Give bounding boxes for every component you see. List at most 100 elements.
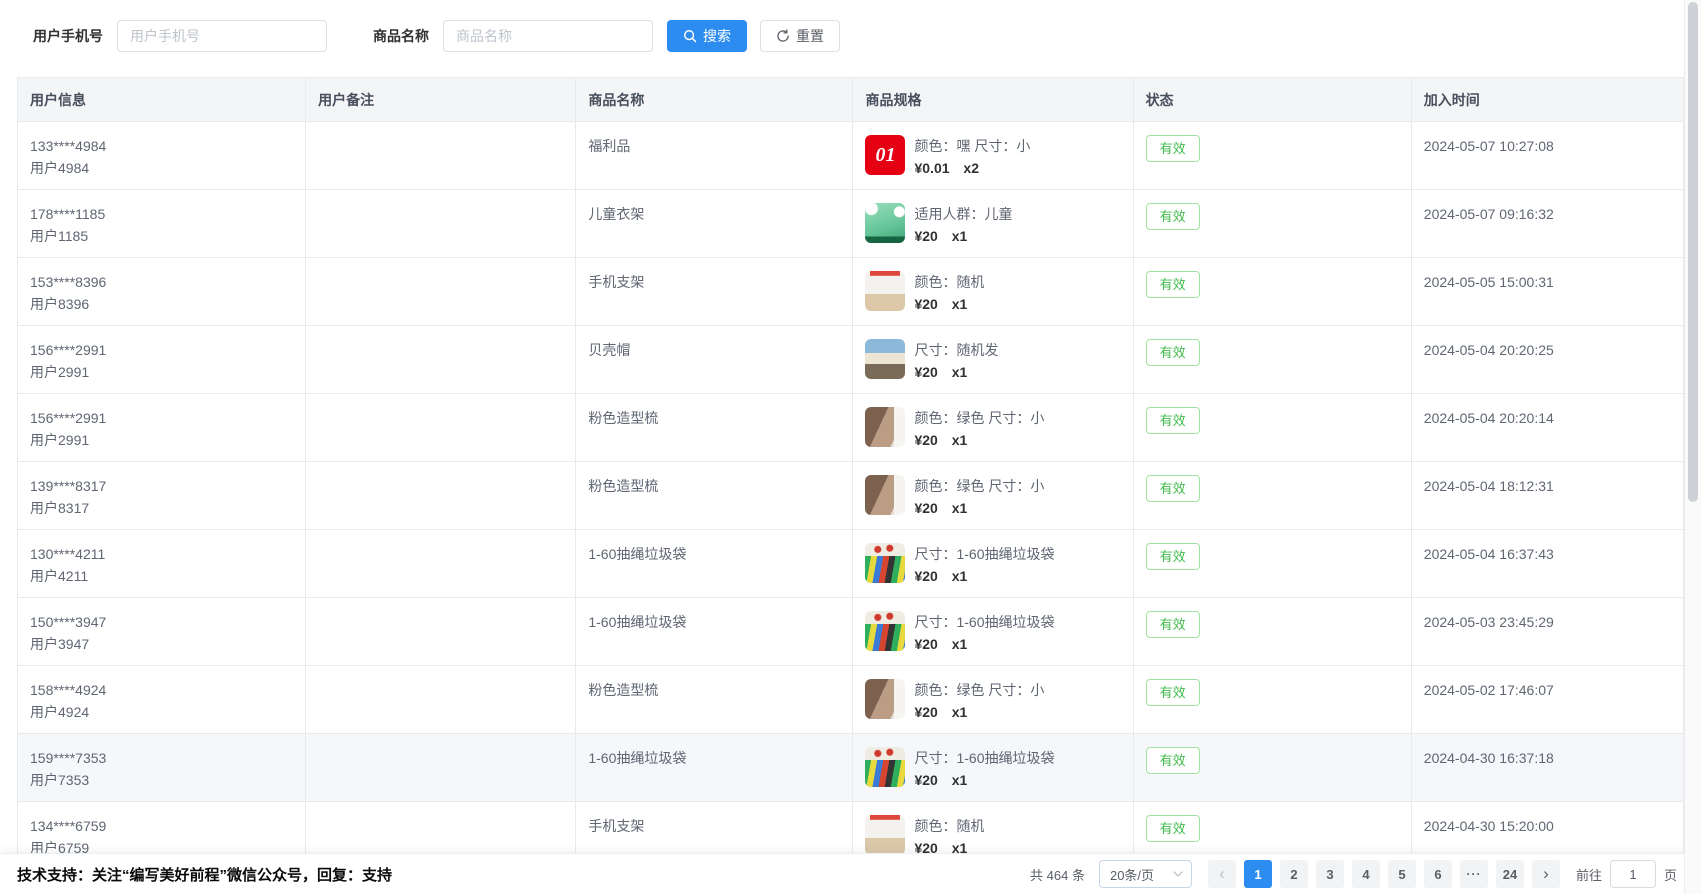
spec-attributes: 颜色：嘿 尺寸：小 [914, 135, 1030, 157]
phone-input[interactable] [117, 20, 327, 52]
user-phone: 158****4924 [30, 679, 293, 701]
product-thumbnail[interactable] [865, 339, 905, 379]
price: ¥20 [914, 364, 937, 380]
user-phone: 134****6759 [30, 815, 293, 837]
join-time-cell: 2024-05-04 20:20:25 [1411, 326, 1683, 394]
search-button-label: 搜索 [703, 26, 731, 46]
join-time-cell: 2024-05-05 15:00:31 [1411, 258, 1683, 326]
product-thumbnail[interactable] [865, 815, 905, 855]
product-thumbnail[interactable] [865, 475, 905, 515]
user-remark-cell [306, 462, 576, 530]
column-header-user-remark: 用户备注 [306, 78, 576, 122]
page-button[interactable]: 3 [1316, 860, 1344, 888]
thumbnail-text: 01 [875, 145, 895, 165]
column-header-user-info: 用户信息 [18, 78, 306, 122]
user-remark-cell [306, 666, 576, 734]
user-phone: 159****7353 [30, 747, 293, 769]
join-time-cell: 2024-04-30 16:37:18 [1411, 734, 1683, 802]
user-info-cell: 158****4924 用户4924 [18, 666, 306, 734]
user-remark-cell [306, 734, 576, 802]
user-phone: 178****1185 [30, 203, 293, 225]
user-info-cell: 139****8317 用户8317 [18, 462, 306, 530]
product-thumbnail[interactable]: 01 [865, 135, 905, 175]
page-button[interactable]: 1 [1244, 860, 1272, 888]
status-badge: 有效 [1146, 611, 1200, 638]
user-nickname: 用户3947 [30, 633, 293, 655]
product-thumbnail[interactable] [865, 611, 905, 651]
price: ¥20 [914, 500, 937, 516]
spec-attributes: 颜色：绿色 尺寸：小 [914, 679, 1044, 701]
quantity: x1 [952, 704, 968, 720]
status-badge: 有效 [1146, 815, 1200, 842]
page-button[interactable]: 2 [1280, 860, 1308, 888]
chevron-down-icon [1173, 871, 1183, 877]
user-phone: 133****4984 [30, 135, 293, 157]
product-name-cell: 福利品 [576, 122, 853, 190]
footer-bar: 技术支持：关注“编写美好前程”微信公众号，回复：支持 共 464 条 20条/页… [0, 853, 1701, 894]
next-page-button[interactable]: › [1532, 860, 1560, 888]
user-remark-cell [306, 190, 576, 258]
user-remark-cell [306, 122, 576, 190]
search-button[interactable]: 搜索 [667, 20, 747, 52]
product-thumbnail[interactable] [865, 271, 905, 311]
refresh-icon [776, 29, 790, 43]
page-button[interactable]: ··· [1460, 860, 1488, 888]
user-nickname: 用户2991 [30, 429, 293, 451]
product-thumbnail[interactable] [865, 679, 905, 719]
page-button[interactable]: 4 [1352, 860, 1380, 888]
column-header-product-spec: 商品规格 [853, 78, 1133, 122]
spec-attributes: 尺寸：随机发 [914, 339, 998, 361]
product-spec-cell: 适用人群：儿童 ¥20 x1 [853, 190, 1133, 258]
spec-attributes: 尺寸：1-60抽绳垃圾袋 [914, 543, 1054, 565]
page-button[interactable]: 5 [1388, 860, 1416, 888]
join-time-cell: 2024-05-07 09:16:32 [1411, 190, 1683, 258]
price: ¥20 [914, 432, 937, 448]
scrollbar-thumb[interactable] [1688, 2, 1698, 502]
product-thumbnail[interactable] [865, 203, 905, 243]
page-button[interactable]: 24 [1496, 860, 1524, 888]
status-badge: 有效 [1146, 747, 1200, 774]
product-spec-cell: 尺寸：1-60抽绳垃圾袋 ¥20 x1 [853, 734, 1133, 802]
column-header-status: 状态 [1133, 78, 1411, 122]
product-name-cell: 1-60抽绳垃圾袋 [576, 734, 853, 802]
user-nickname: 用户1185 [30, 225, 293, 247]
quantity: x1 [952, 772, 968, 788]
product-name-cell: 粉色造型梳 [576, 462, 853, 530]
product-thumbnail[interactable] [865, 407, 905, 447]
product-name-input[interactable] [443, 20, 653, 52]
chevron-right-icon: › [1543, 864, 1549, 884]
user-remark-cell [306, 598, 576, 666]
page-size-select[interactable]: 20条/页 [1099, 860, 1192, 888]
user-phone: 130****4211 [30, 543, 293, 565]
price: ¥20 [914, 704, 937, 720]
quantity: x2 [963, 160, 979, 176]
user-info-cell: 156****2991 用户2991 [18, 394, 306, 462]
goto-page-input[interactable] [1610, 860, 1656, 888]
price: ¥20 [914, 636, 937, 652]
spec-attributes: 颜色：绿色 尺寸：小 [914, 407, 1044, 429]
page-scrollbar[interactable] [1684, 0, 1701, 894]
reset-button[interactable]: 重置 [760, 20, 840, 52]
table-row: 178****1185 用户1185 儿童衣架 适用人群：儿童 [18, 190, 1684, 258]
goto-label: 前往 [1576, 865, 1602, 884]
product-thumbnail[interactable] [865, 543, 905, 583]
join-time-cell: 2024-05-04 20:20:14 [1411, 394, 1683, 462]
user-nickname: 用户8396 [30, 293, 293, 315]
price: ¥20 [914, 772, 937, 788]
table-row: 139****8317 用户8317 粉色造型梳 颜色：绿色 尺寸：小 [18, 462, 1684, 530]
spec-attributes: 颜色：随机 [914, 271, 984, 293]
user-nickname: 用户4984 [30, 157, 293, 179]
user-info-cell: 153****8396 用户8396 [18, 258, 306, 326]
user-phone: 139****8317 [30, 475, 293, 497]
page-button[interactable]: 6 [1424, 860, 1452, 888]
user-nickname: 用户7353 [30, 769, 293, 791]
quantity: x1 [952, 364, 968, 380]
user-phone: 150****3947 [30, 611, 293, 633]
product-name-label: 商品名称 [373, 26, 429, 46]
product-spec-cell: 颜色：绿色 尺寸：小 ¥20 x1 [853, 666, 1133, 734]
join-time-cell: 2024-05-07 10:27:08 [1411, 122, 1683, 190]
prev-page-button[interactable]: ‹ [1208, 860, 1236, 888]
product-thumbnail[interactable] [865, 747, 905, 787]
product-spec-cell: 01 颜色：嘿 尺寸：小 ¥0.01 x2 [853, 122, 1133, 190]
orders-table: 用户信息 用户备注 商品名称 商品规格 状态 加入时间 133****4984 … [17, 77, 1684, 870]
